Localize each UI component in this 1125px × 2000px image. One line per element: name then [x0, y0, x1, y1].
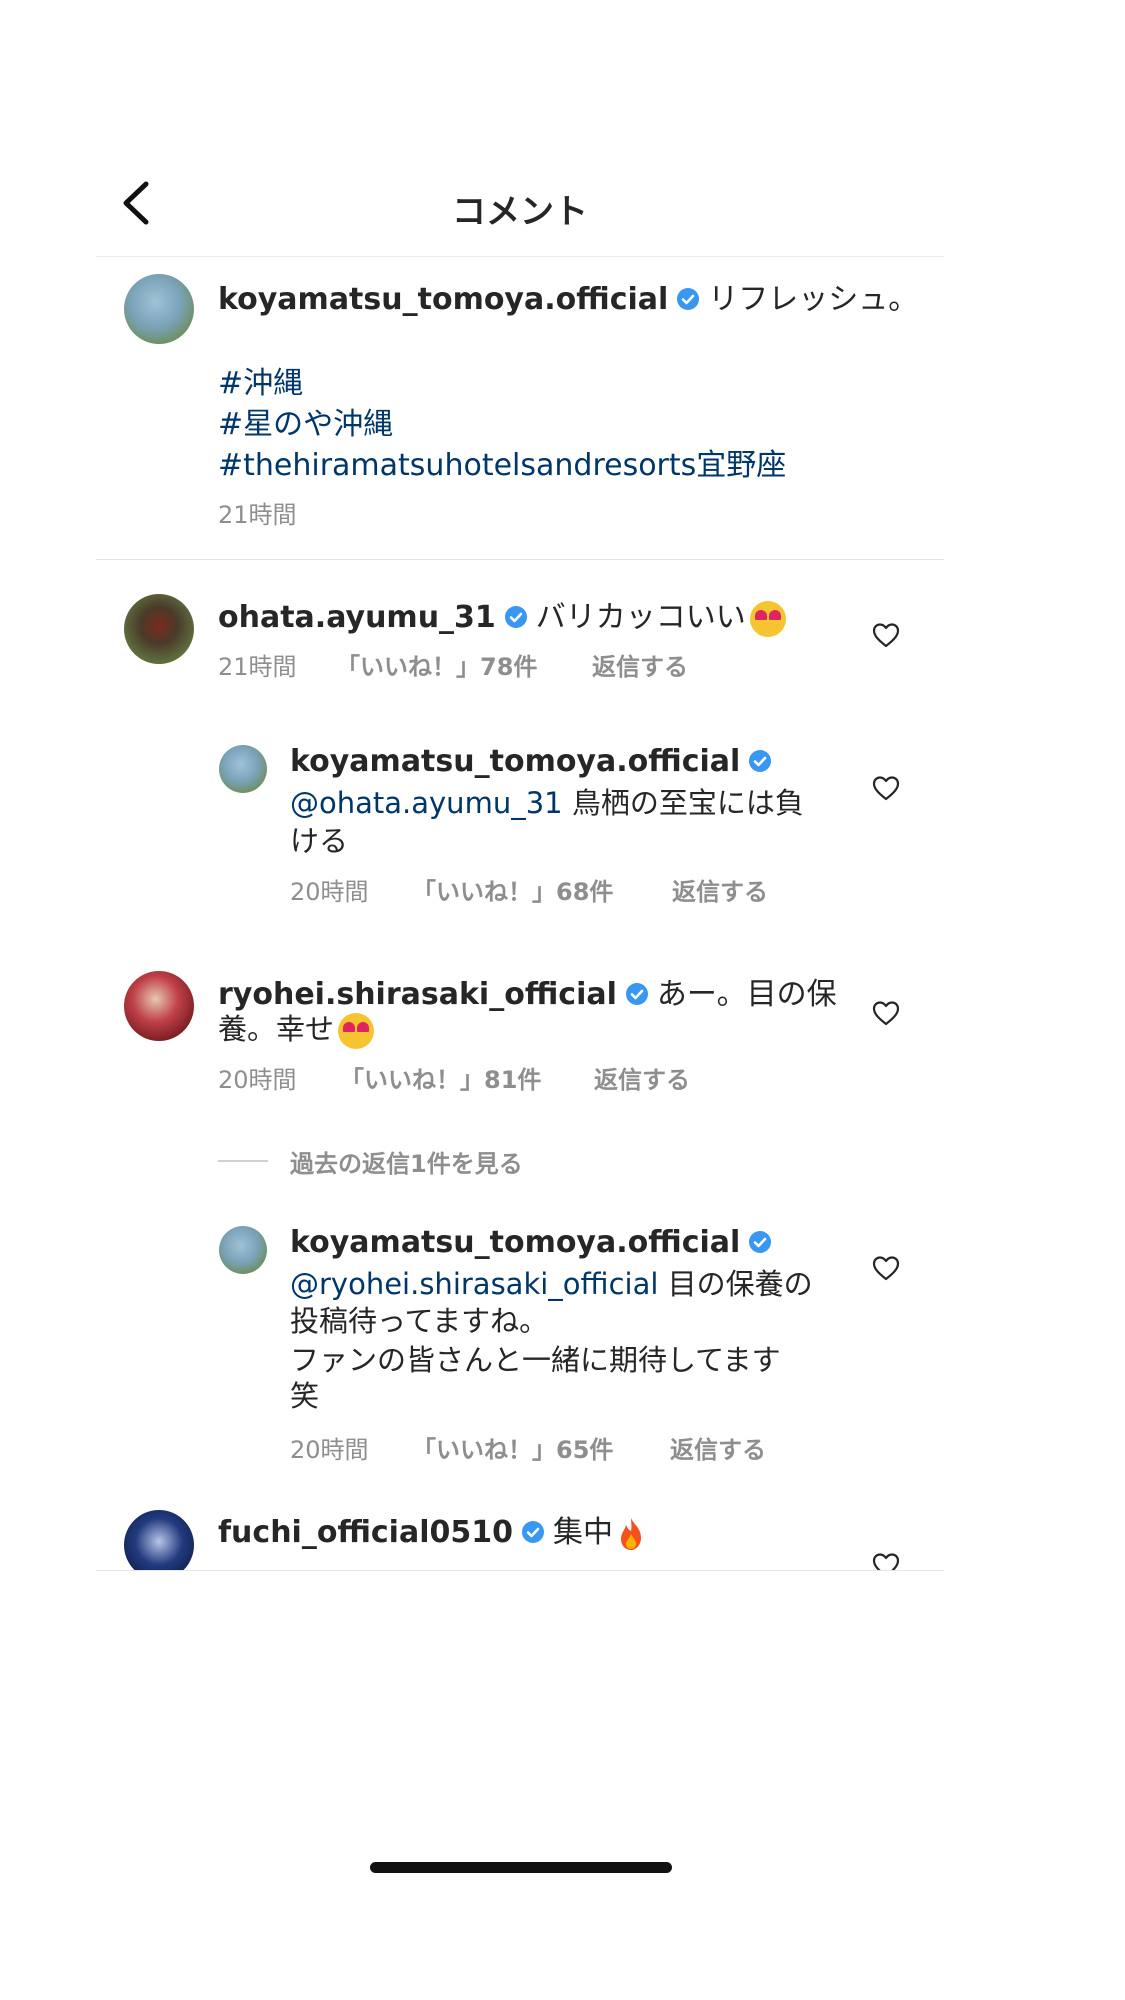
avatar[interactable]	[124, 274, 194, 344]
verified-badge-icon	[749, 1230, 772, 1253]
avatar[interactable]	[219, 745, 267, 793]
caption-text: リフレッシュ。	[708, 282, 919, 317]
verified-badge-icon	[625, 982, 648, 1005]
caption-author[interactable]: koyamatsu_tomoya.official リフレッシュ。	[218, 274, 918, 318]
list-item-clipped: fuchi_official0510 集中	[96, 1510, 944, 1570]
comments-panel: コメント koyamatsu_tomoya.official リフレッシュ。 #沖…	[96, 130, 944, 1571]
verified-badge-icon	[749, 749, 772, 772]
likes-count[interactable]: 「いいね！」65件	[412, 1430, 613, 1465]
comment-text-line: 笑	[290, 1379, 320, 1413]
heart-eyes-emoji-icon	[338, 1013, 375, 1049]
verified-badge-icon	[677, 287, 700, 310]
avatar[interactable]	[124, 1510, 194, 1570]
username[interactable]: fuchi_official0510	[218, 1515, 513, 1550]
comment-header: ohata.ayumu_31 バリカッコいい	[218, 592, 786, 637]
comment-header: koyamatsu_tomoya.official	[290, 744, 780, 779]
username[interactable]: ohata.ayumu_31	[218, 600, 496, 635]
fire-emoji-icon	[621, 1517, 641, 1550]
comment-text-line: ける	[290, 824, 349, 858]
reply-button[interactable]: 返信する	[672, 872, 768, 907]
comment-text-line: ファンの皆さんと一緒に期待してます	[290, 1343, 781, 1377]
caption-time: 21時間	[218, 501, 297, 529]
avatar[interactable]	[219, 1226, 267, 1274]
divider	[96, 1570, 944, 1571]
comment-time: 20時間	[290, 878, 369, 906]
verified-badge-icon	[504, 605, 527, 628]
avatar[interactable]	[124, 594, 194, 664]
view-replies-button[interactable]: 過去の返信1件を見る	[290, 1144, 523, 1179]
home-indicator[interactable]	[370, 1862, 672, 1873]
reply-button[interactable]: 返信する	[670, 1430, 766, 1465]
comment-time: 21時間	[218, 653, 297, 681]
comment-text: @ohata.ayumu_31 鳥栖の至宝には負	[290, 780, 804, 822]
comment-text-part: 養。幸せ	[218, 1012, 335, 1046]
heart-icon[interactable]	[872, 1000, 900, 1026]
comment-text: 集中	[553, 1515, 613, 1550]
hashtag[interactable]: #星のや沖縄	[218, 399, 393, 443]
comment-text-line: 投稿待ってますね。	[290, 1304, 549, 1338]
header-bar: コメント	[96, 130, 944, 257]
comment-text: @ryohei.shirasaki_official 目の保養の	[290, 1261, 813, 1303]
comment-header: fuchi_official0510 集中	[218, 1510, 645, 1552]
comment-text-part: 目の保養の	[658, 1267, 813, 1301]
mention-link[interactable]: @ohata.ayumu_31	[290, 786, 563, 820]
likes-count[interactable]: 「いいね！」81件	[340, 1060, 541, 1095]
comment-time: 20時間	[290, 1436, 369, 1464]
hashtag[interactable]: #沖縄	[218, 358, 303, 402]
username[interactable]: koyamatsu_tomoya.official	[290, 744, 740, 779]
heart-icon[interactable]	[872, 775, 900, 801]
verified-badge-icon	[522, 1520, 544, 1543]
page-title: コメント	[452, 192, 588, 232]
comment-time: 20時間	[218, 1066, 297, 1094]
comment-text: バリカッコいい	[535, 600, 746, 635]
username[interactable]: koyamatsu_tomoya.official	[218, 282, 668, 317]
reply-button[interactable]: 返信する	[592, 647, 688, 682]
heart-eyes-emoji-icon	[749, 600, 786, 637]
hashtag[interactable]: #thehiramatsuhotelsandresorts宜野座	[218, 440, 786, 484]
comment-text-line: 養。幸せ	[218, 1006, 375, 1049]
comment-text: あー。目の保	[656, 977, 837, 1012]
comment-text-part: 鳥栖の至宝には負	[562, 786, 804, 820]
avatar[interactable]	[124, 971, 194, 1041]
reply-button[interactable]: 返信する	[594, 1060, 690, 1095]
heart-icon[interactable]	[872, 1255, 900, 1281]
heart-icon[interactable]	[872, 1552, 900, 1570]
divider	[218, 1160, 268, 1162]
heart-icon[interactable]	[872, 622, 900, 648]
divider	[96, 559, 944, 560]
comment-header: koyamatsu_tomoya.official	[290, 1225, 780, 1260]
username[interactable]: koyamatsu_tomoya.official	[290, 1225, 740, 1260]
likes-count[interactable]: 「いいね！」68件	[412, 872, 613, 907]
likes-count[interactable]: 「いいね！」78件	[336, 647, 537, 682]
mention-link[interactable]: @ryohei.shirasaki_official	[290, 1267, 658, 1301]
